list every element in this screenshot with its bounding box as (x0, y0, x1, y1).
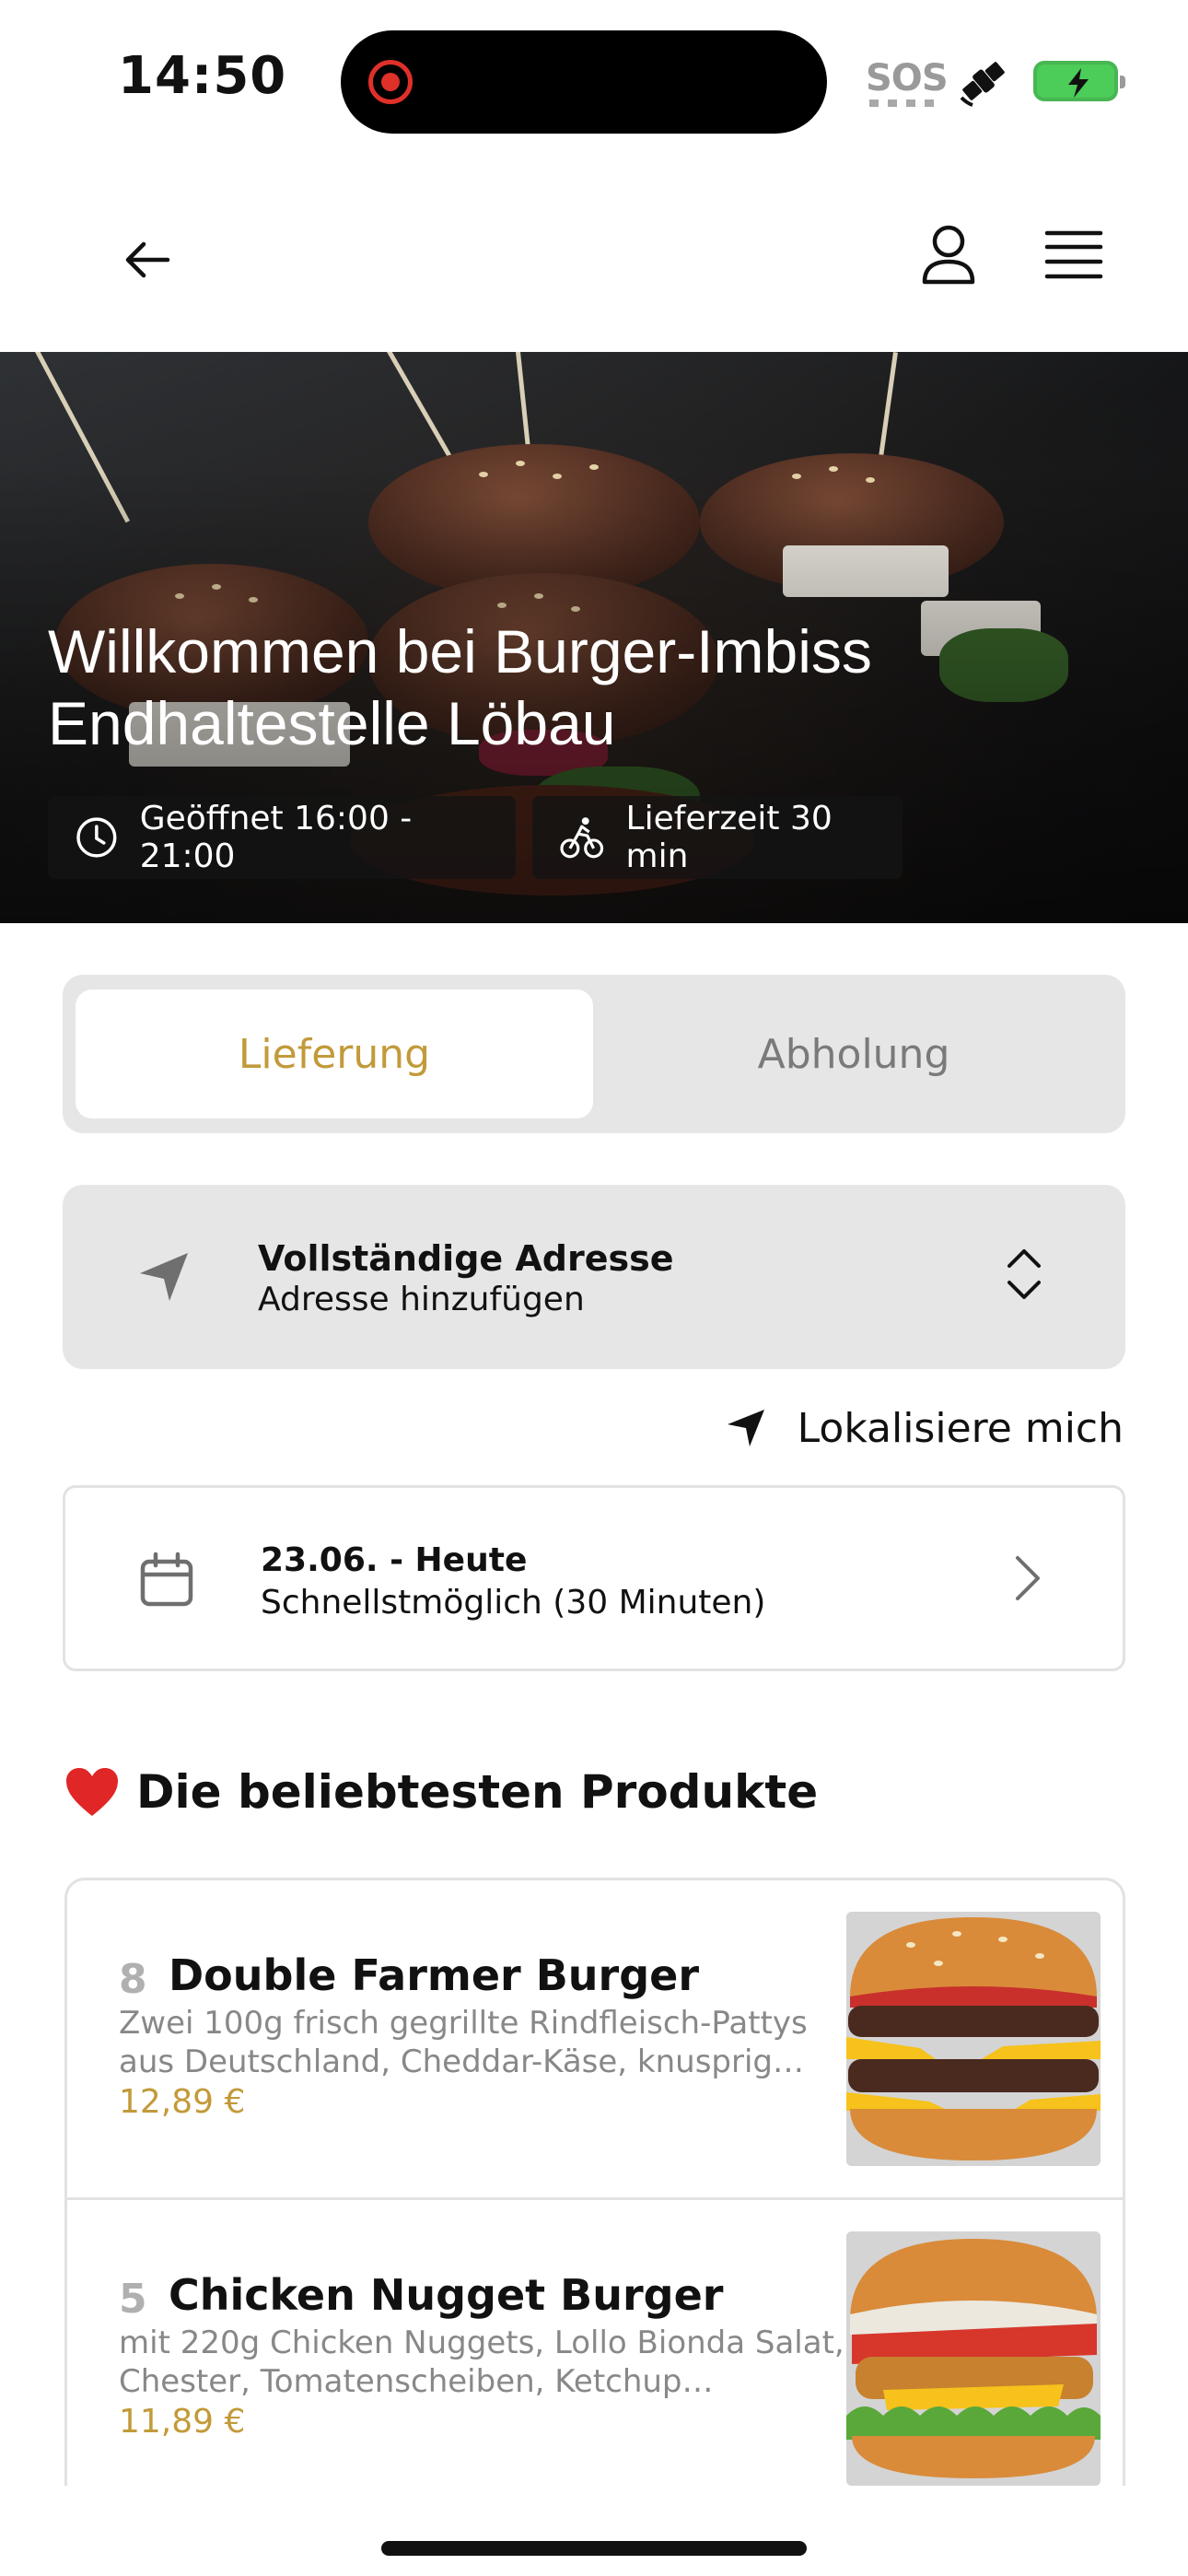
product-image (846, 2231, 1101, 2486)
locate-me-label: Lokalisiere mich (797, 1404, 1124, 1452)
address-placeholder: Adresse hinzufügen (258, 1281, 585, 1318)
product-name: Chicken Nugget Burger (169, 2270, 724, 2320)
tab-delivery[interactable]: Lieferung (76, 989, 593, 1118)
hero-banner: Willkommen bei Burger-Imbiss Endhalteste… (0, 352, 1188, 923)
welcome-title-line-1: Willkommen bei Burger-Imbiss (48, 617, 872, 685)
satellite-icon (960, 62, 1005, 107)
product-description: mit 220g Chicken Nuggets, Lollo Bionda S… (119, 2324, 844, 2400)
product-name: Double Farmer Burger (169, 1950, 700, 2000)
product-item[interactable]: 8 Double Farmer Burger Zwei 100g frisch … (67, 1880, 1123, 2197)
status-bar: 14:50 SOS (0, 0, 1188, 157)
home-indicator[interactable] (381, 2541, 807, 2556)
battery-icon (1033, 61, 1125, 101)
location-arrow-icon (140, 1253, 188, 1301)
opening-hours-badge: Geöffnet 16:00 - 21:00 (48, 796, 516, 879)
chevron-up-down-icon (1007, 1249, 1041, 1299)
recording-indicator-icon (368, 60, 413, 104)
opening-hours-text: Geöffnet 16:00 - 21:00 (139, 800, 413, 875)
popular-products-title: Die beliebtesten Produkte (136, 1765, 819, 1819)
clock-icon (76, 817, 117, 858)
signal-dots-icon (869, 100, 934, 107)
app-header (0, 157, 1188, 352)
bicycle-courier-icon (560, 817, 604, 859)
calendar-icon (140, 1551, 193, 1607)
hamburger-menu-icon[interactable] (1044, 228, 1103, 282)
welcome-title-line-2: Endhaltestelle Löbau (48, 689, 616, 757)
heart-icon (66, 1768, 118, 1816)
product-price: 12,89 € (119, 2083, 246, 2121)
delivery-date: 23.06. - Heute (261, 1541, 528, 1579)
dynamic-island (341, 30, 827, 134)
back-arrow-icon[interactable] (120, 232, 175, 287)
status-time: 14:50 (118, 46, 287, 106)
popular-products-heading: Die beliebtesten Produkte (64, 1765, 818, 1819)
address-title: Vollständige Adresse (258, 1238, 674, 1279)
delivery-time-badge: Lieferzeit 30 min (532, 796, 903, 879)
order-mode-toggle: Lieferung Abholung (63, 975, 1125, 1133)
address-selector[interactable]: Vollständige Adresse Adresse hinzufügen (63, 1185, 1125, 1369)
product-popularity-rank: 5 (119, 2276, 147, 2323)
sos-indicator: SOS (866, 57, 949, 100)
welcome-title: Willkommen bei Burger-Imbiss Endhalteste… (48, 615, 1107, 759)
delivery-time-option: Schnellstmöglich (30 Minuten) (261, 1584, 766, 1622)
product-item[interactable]: 5 Chicken Nugget Burger mit 220g Chicken… (67, 2197, 1123, 2486)
tab-pickup[interactable]: Abholung (595, 989, 1112, 1118)
locate-me-button[interactable]: Lokalisiere mich (726, 1400, 1124, 1456)
product-description: Zwei 100g frisch gegrillte Rindfleisch-P… (119, 2005, 808, 2080)
product-price: 11,89 € (119, 2403, 246, 2441)
product-image (846, 1912, 1101, 2166)
product-popularity-rank: 8 (119, 1956, 147, 2003)
delivery-time-text: Lieferzeit 30 min (625, 800, 833, 875)
popular-products-list: 8 Double Farmer Burger Zwei 100g frisch … (64, 1878, 1125, 2486)
delivery-time-selector[interactable]: 23.06. - Heute Schnellstmöglich (30 Minu… (63, 1485, 1125, 1671)
navigation-arrow-icon (727, 1410, 764, 1446)
chevron-right-icon (1016, 1556, 1040, 1600)
account-icon[interactable] (919, 223, 978, 287)
